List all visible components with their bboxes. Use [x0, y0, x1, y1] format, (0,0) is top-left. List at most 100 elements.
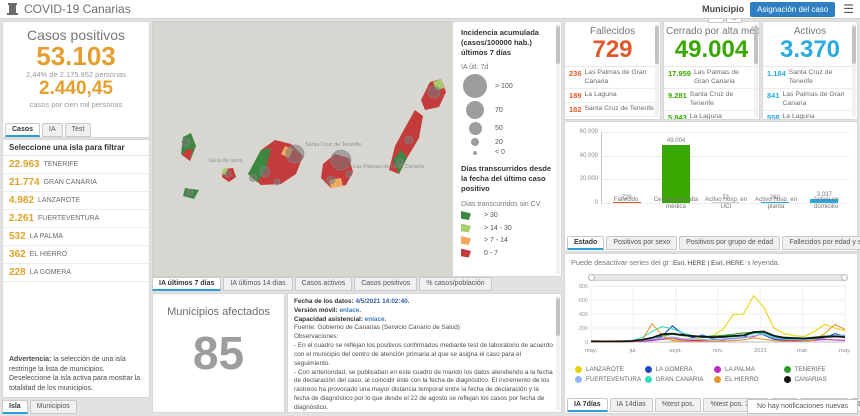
- stat-list-item[interactable]: 558 La Laguna: [763, 111, 857, 119]
- legend-item-la-gomera[interactable]: LA GOMERA: [644, 366, 715, 373]
- tab-line-2[interactable]: %test pos.: [654, 398, 702, 412]
- tab-bar-1[interactable]: Positivos por sexo: [606, 236, 678, 250]
- legend-item-la-palma[interactable]: LA PALMA: [714, 366, 784, 373]
- legend-item-fuerteventura[interactable]: FUERTEVENTURA: [575, 376, 645, 383]
- info-line: - Con anterioridad, se publicaban en est…: [294, 368, 553, 411]
- stat-value: 49.004: [664, 36, 759, 68]
- legend-label: GRAN CANARIA: [655, 376, 704, 383]
- island-row[interactable]: 4.982 LANZAROTE: [3, 192, 149, 210]
- info-link[interactable]: enlace.: [363, 316, 387, 323]
- stat-list-item[interactable]: 9.281 Santa Cruz de Tenerife: [664, 89, 759, 112]
- stat-scrollbar[interactable]: [852, 24, 856, 117]
- info-label: Fecha de los datos:: [294, 298, 354, 305]
- tab-line-1[interactable]: IA 14días: [609, 398, 653, 412]
- tab-line-0[interactable]: IA 7días: [567, 398, 608, 412]
- tab-positives-1[interactable]: IA: [42, 123, 63, 137]
- legend-circle-label: < 0: [495, 149, 505, 157]
- legend-dot: [783, 376, 791, 383]
- tab-bar-2[interactable]: Positivos por grupo de edad: [679, 236, 781, 250]
- island-row[interactable]: 2.261 FUERTEVENTURA: [3, 210, 149, 228]
- tab-map-0[interactable]: IA últimos 7 días: [152, 277, 222, 291]
- island-row[interactable]: 22.963 TENERIFE: [3, 156, 149, 174]
- legend-dot: [575, 366, 582, 373]
- legend-item-el-hierro[interactable]: EL HIERRO: [714, 376, 784, 383]
- legend-circle-label: 20: [495, 138, 503, 146]
- time-range-slider[interactable]: [588, 274, 848, 281]
- menu-icon[interactable]: ☰: [843, 2, 854, 16]
- positive-cases-value: 53.103: [36, 41, 116, 71]
- assign-case-button[interactable]: Asignación del caso: [750, 1, 836, 17]
- island-row[interactable]: 228 LA GOMERA: [3, 264, 149, 282]
- stat-item-label: Las Palmas de Gran Canaria: [584, 69, 647, 85]
- island-row[interactable]: 362 EL HIERRO: [3, 246, 149, 264]
- info-link[interactable]: enlace.: [338, 307, 361, 314]
- legend-days-swatch: [461, 211, 471, 220]
- bar-column: 260: [750, 132, 799, 203]
- slider-handle-left[interactable]: [588, 274, 595, 281]
- municipalities-value: 85: [192, 327, 245, 379]
- tab-bar-0[interactable]: Estado: [567, 236, 605, 250]
- legend-circle-symbol: [466, 101, 484, 120]
- tab-left-1[interactable]: Municipios: [29, 400, 77, 414]
- map-label-guia: Guía de Isora: [209, 158, 243, 164]
- bar-ytick: 0: [594, 200, 598, 206]
- legend-circle-symbol: [463, 74, 487, 99]
- tab-map-4[interactable]: % casos/población: [419, 277, 492, 291]
- legend-item-lanzarote[interactable]: LANZAROTE: [575, 366, 645, 373]
- bar-value-label: 49.004: [666, 138, 686, 145]
- legend-days-subtitle: Días transcurridos sin CV: [461, 200, 541, 208]
- svg-text:sept.: sept.: [669, 348, 682, 354]
- stat-list-item[interactable]: 17.959 Las Palmas de Gran Canaria: [664, 67, 759, 90]
- stat-list-item[interactable]: 189 La Laguna: [565, 89, 660, 104]
- svg-text:2021: 2021: [754, 348, 767, 354]
- legend-label: LA GOMERA: [655, 366, 693, 373]
- tab-positives-0[interactable]: Casos: [5, 123, 41, 137]
- tab-bar-3[interactable]: Fallecidos por edad y sexo: [782, 236, 860, 250]
- island-row[interactable]: 532 LA PALMA: [3, 228, 149, 246]
- stat-list-item[interactable]: 182 Santa Cruz de Tenerife: [565, 103, 660, 118]
- tab-map-2[interactable]: Casos activos: [294, 277, 353, 291]
- municipio-label: Municipio: [702, 4, 745, 14]
- tab-positives-2[interactable]: Test: [64, 123, 92, 137]
- stat-item-label: Santa Cruz de Tenerife: [584, 105, 654, 113]
- slider-handle-right[interactable]: [841, 274, 848, 281]
- stat-panel-activos: Activos 3.370 1.184 Santa Cruz de Tenerife 8…: [762, 21, 858, 120]
- stat-item-count: 5.843: [668, 113, 687, 120]
- legend-scrollbar[interactable]: [556, 24, 560, 274]
- info-scrollbar[interactable]: [556, 296, 560, 410]
- legend-circle-label: > 100: [495, 82, 513, 90]
- stat-scrollbar[interactable]: [754, 24, 758, 117]
- legend-item-canarias[interactable]: CANARIAS: [783, 376, 854, 383]
- positive-cases-tabs: Casos IA Test: [5, 123, 92, 137]
- island-list: 22.963 TENERIFE 21.774 GRAN CANARIA 4.982 LAN…: [3, 156, 149, 282]
- stat-list-item[interactable]: 236 Las Palmas de Gran Canaria: [565, 67, 660, 90]
- tab-left-0[interactable]: Isla: [2, 400, 28, 414]
- legend-days-label: > 30: [484, 212, 498, 219]
- tab-map-3[interactable]: Casos positivos: [354, 277, 418, 291]
- island-row[interactable]: 21.774 GRAN CANARIA: [3, 174, 149, 192]
- legend-item-tenerife[interactable]: TENERIFE: [783, 366, 854, 373]
- bar-column: 3.037: [800, 132, 849, 203]
- island-label: TENERIFE: [43, 161, 79, 168]
- stat-list-item[interactable]: 5.843 La Laguna: [664, 111, 759, 120]
- legend-days-swatch: [461, 248, 471, 258]
- info-value: 4/5/2021 14:02:40.: [353, 298, 410, 305]
- legend-label: TENERIFE: [794, 366, 826, 373]
- bar-1[interactable]: [662, 145, 690, 203]
- stat-panel-cerrados: Cerrado por alta médica49.00417.959Las P…: [663, 21, 760, 120]
- tab-map-1[interactable]: IA últimos 14 días: [223, 277, 293, 291]
- stat-list-item[interactable]: 841 Las Palmas de Gran Canaria: [763, 89, 857, 112]
- stat-scrollbar[interactable]: [655, 24, 659, 117]
- stat-item-count: 841: [767, 91, 780, 101]
- map-attribution: Esri, HERE | Esri, HERE: [668, 259, 748, 268]
- island-label: LANZAROTE: [38, 197, 81, 204]
- legend-circle-item: > 100: [461, 74, 557, 99]
- bar-chart-tabs: Estado Positivos por sexo Positivos por gr…: [567, 236, 860, 250]
- legend-item-gran-canaria[interactable]: GRAN CANARIA: [644, 376, 715, 383]
- legend-days-swatch: [461, 223, 471, 233]
- legend-label: FUERTEVENTURA: [586, 376, 642, 383]
- island-warning: Advertencia: la selección de una isla re…: [9, 355, 143, 393]
- bar-column: 73: [701, 132, 750, 203]
- stat-list-item[interactable]: 1.184 Santa Cruz de Tenerife: [763, 67, 857, 90]
- legend-days-item: > 14 - 30: [461, 223, 557, 233]
